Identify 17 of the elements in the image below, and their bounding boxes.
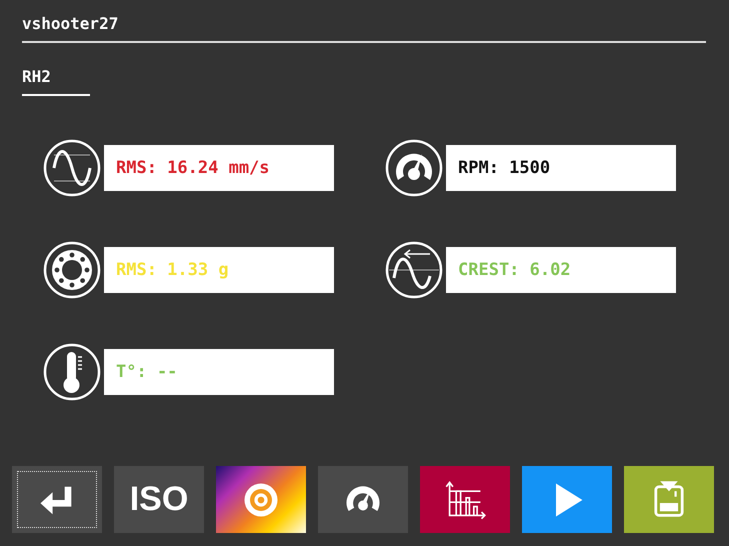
reading-field: RPM: 1500 (446, 145, 676, 191)
bearing-icon (42, 240, 102, 300)
reading-field: CREST: 6.02 (446, 247, 676, 293)
gauge-icon (384, 138, 444, 198)
sine-wave-icon (42, 138, 102, 198)
target-button[interactable] (216, 466, 306, 533)
reading-field: T°: -- (104, 349, 334, 395)
channel-label: RH2 (22, 67, 51, 86)
thermometer-icon (42, 342, 102, 402)
enter-button[interactable] (12, 466, 102, 533)
iso-button[interactable]: ISO (114, 466, 204, 533)
gauge-button[interactable] (318, 466, 408, 533)
play-button[interactable] (522, 466, 612, 533)
reading-field: RMS: 16.24 mm/s (104, 145, 334, 191)
device-title: vshooter27 (22, 14, 118, 33)
chart-button[interactable] (420, 466, 510, 533)
reading-field: RMS: 1.33 g (104, 247, 334, 293)
